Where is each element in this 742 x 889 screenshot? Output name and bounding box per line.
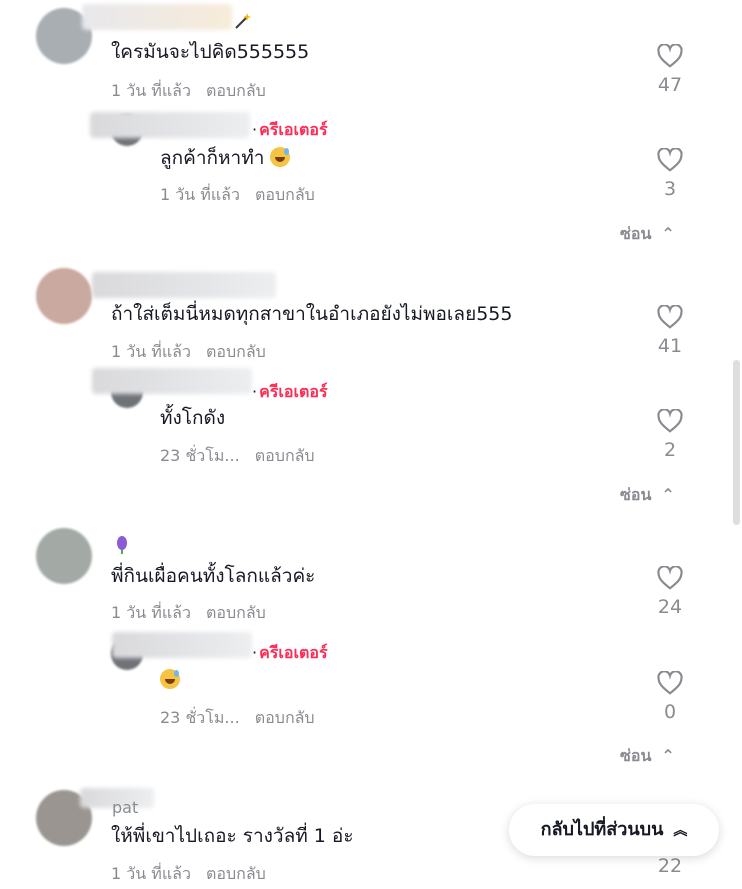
username-blurred[interactable]	[92, 368, 252, 394]
like-count: 2	[663, 439, 677, 461]
reply-button[interactable]: ตอบกลับ	[206, 342, 266, 361]
reply-text: ลูกค้าก็หาทำ	[160, 146, 291, 170]
reply-button[interactable]: ตอบกลับ	[206, 81, 266, 100]
chevron-up-icon: ⌃	[661, 224, 675, 243]
reply-time: 23 ชั่วโม...	[160, 708, 240, 727]
like-count: 3	[663, 178, 677, 200]
chevron-up-icon: ⌃	[661, 746, 675, 765]
back-to-top-button[interactable]: กลับไปที่ส่วนบน ︽	[509, 804, 719, 856]
comment-time: 1 วัน ที่แล้ว	[111, 864, 191, 883]
comment-username[interactable]: pat	[112, 796, 138, 820]
reply-text: ทั้งโกดัง	[160, 407, 226, 429]
like-count: 22	[657, 855, 683, 877]
comment-time: 1 วัน ที่แล้ว	[111, 603, 191, 622]
like-button[interactable]: 3	[650, 148, 690, 200]
hide-replies-button[interactable]: ซ่อน ⌃	[620, 222, 675, 247]
heart-icon	[657, 409, 683, 433]
reply-button[interactable]: ตอบกลับ	[206, 603, 266, 622]
comment-text: ถ้าใส่เต็มนี่หมดทุกสาขาในอำเภอยังไม่พอเล…	[111, 303, 513, 325]
avatar[interactable]	[36, 268, 92, 324]
username-blurred[interactable]	[112, 632, 252, 658]
comment-text: พี่กินเผื่อคนทั้งโลกแล้วค่ะ	[111, 565, 316, 587]
reply-button[interactable]: ตอบกลับ	[206, 864, 266, 883]
comment-time: 1 วัน ที่แล้ว	[111, 81, 191, 100]
creator-badge: · ครีเอเตอร์	[252, 382, 328, 401]
avatar[interactable]	[36, 528, 92, 584]
username-blurred[interactable]	[82, 4, 232, 30]
comment-meta: 1 วัน ที่แล้ว ตอบกลับ	[111, 601, 266, 626]
like-button[interactable]: 24	[650, 566, 690, 618]
like-count: 0	[663, 701, 677, 723]
scrollbar[interactable]	[733, 360, 740, 525]
heart-icon	[657, 566, 683, 590]
heart-icon	[657, 44, 683, 68]
double-chevron-up-icon: ︽	[673, 823, 688, 839]
comment-text: ใครมันจะไปคิด555555	[111, 41, 310, 63]
reply-meta: 1 วัน ที่แล้ว ตอบกลับ	[160, 183, 315, 208]
like-count: 47	[657, 74, 683, 96]
hide-replies-button[interactable]: ซ่อน ⌃	[620, 483, 675, 508]
like-button[interactable]: 2	[650, 409, 690, 461]
magic-wand-icon	[235, 13, 251, 29]
heart-icon	[657, 671, 683, 695]
comment-meta: 1 วัน ที่แล้ว ตอบกลับ	[111, 340, 266, 365]
reply-time: 1 วัน ที่แล้ว	[160, 185, 240, 204]
like-button[interactable]: 0	[650, 671, 690, 723]
creator-badge: · ครีเอเตอร์	[252, 643, 328, 662]
reply-text	[160, 668, 180, 692]
like-count: 41	[657, 335, 683, 357]
grinning-sweat-emoji	[160, 669, 180, 689]
reply-meta: 23 ชั่วโม... ตอบกลับ	[160, 444, 315, 469]
like-count: 24	[657, 596, 683, 618]
comment-time: 1 วัน ที่แล้ว	[111, 342, 191, 361]
reply-button[interactable]: ตอบกลับ	[255, 708, 315, 727]
username-blurred[interactable]	[90, 112, 250, 138]
reply-time: 23 ชั่วโม...	[160, 446, 240, 465]
like-button[interactable]: 41	[650, 305, 690, 357]
creator-badge: · ครีเอเตอร์	[252, 120, 328, 139]
chevron-up-icon: ⌃	[661, 485, 675, 504]
hide-replies-button[interactable]: ซ่อน ⌃	[620, 744, 675, 769]
comment-meta: 1 วัน ที่แล้ว ตอบกลับ	[111, 79, 266, 104]
heart-icon	[657, 148, 683, 172]
hyacinth-emoji	[117, 536, 127, 554]
username-blurred[interactable]	[92, 272, 276, 298]
grinning-sweat-emoji	[270, 147, 291, 167]
reply-button[interactable]: ตอบกลับ	[255, 446, 315, 465]
comment-meta: 1 วัน ที่แล้ว ตอบกลับ	[111, 862, 266, 887]
reply-meta: 23 ชั่วโม... ตอบกลับ	[160, 706, 315, 731]
reply-button[interactable]: ตอบกลับ	[255, 185, 315, 204]
heart-icon	[657, 305, 683, 329]
comment-text: ให้พี่เขาไปเถอะ รางวัลที่ 1 อ่ะ	[111, 825, 354, 847]
like-button[interactable]: 47	[650, 44, 690, 96]
